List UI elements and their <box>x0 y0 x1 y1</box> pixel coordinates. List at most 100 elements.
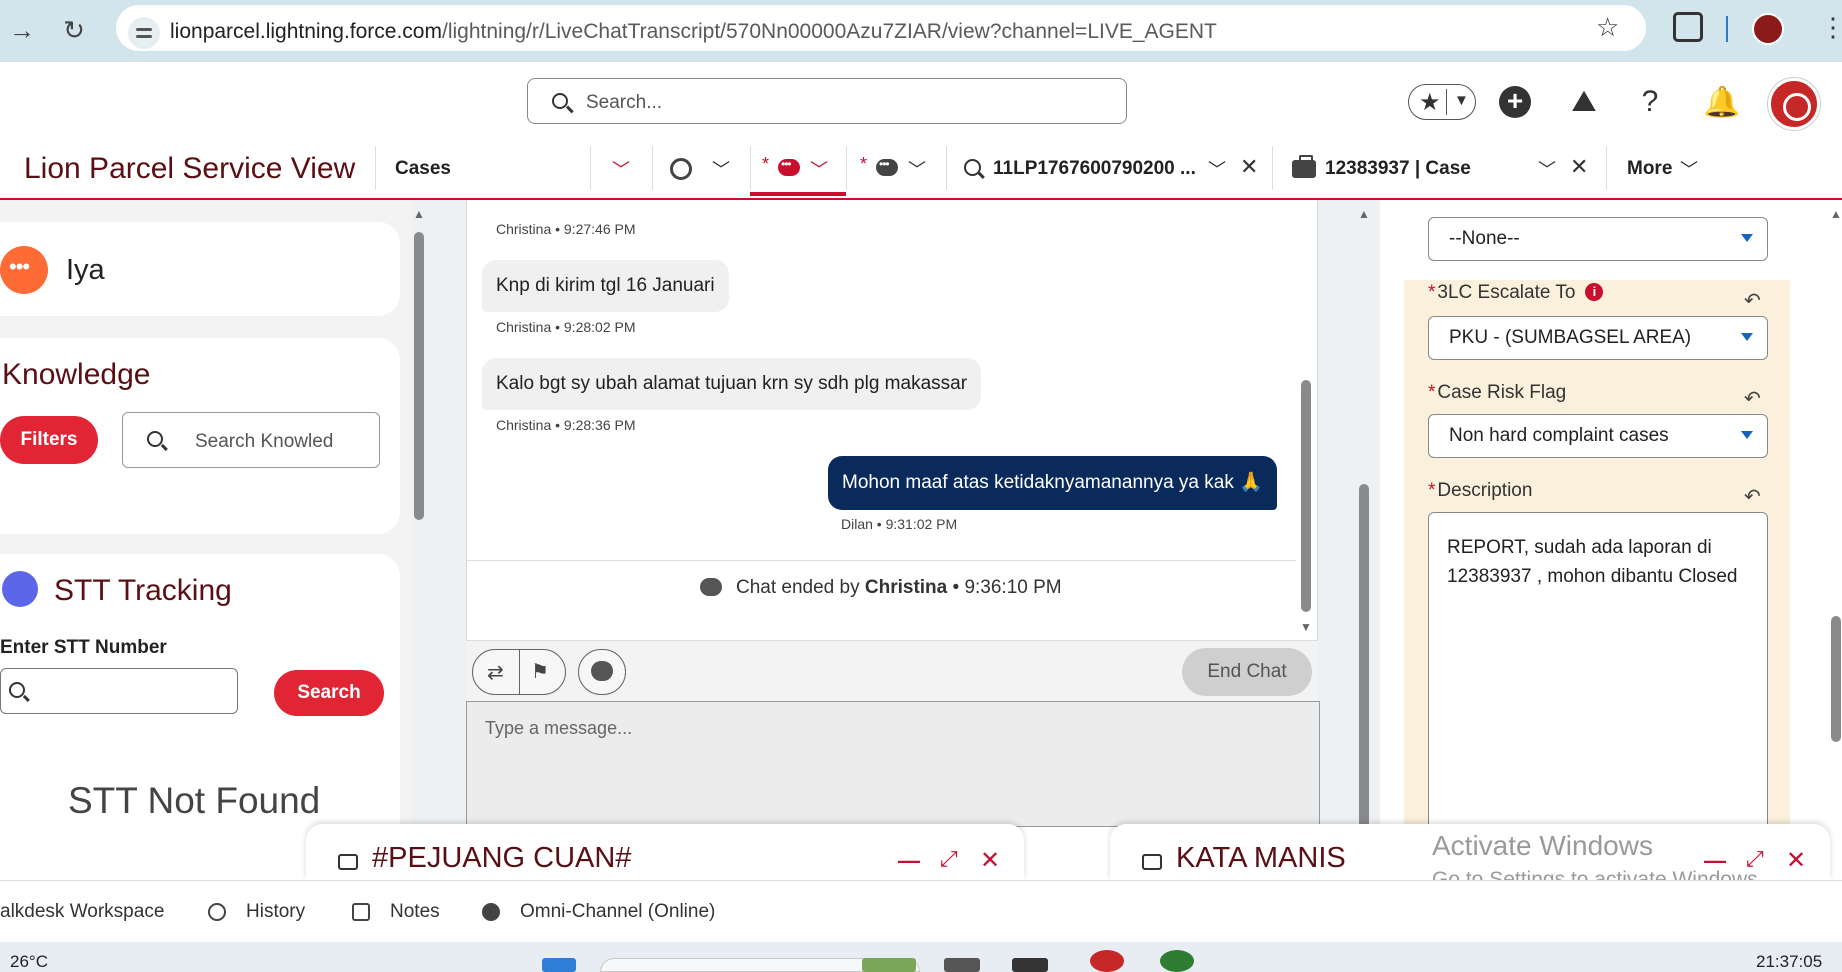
escalate-to-picklist[interactable]: PKU - (SUMBAGSEL AREA) <box>1428 316 1768 360</box>
browser-profile-avatar[interactable] <box>1752 13 1784 45</box>
agent-message: Mohon maaf atas ketidaknyamanannya ya ka… <box>828 456 1277 510</box>
taskbar-app-icon[interactable] <box>862 958 916 972</box>
utility-bar: alkdesk Workspace History Notes Omni-Cha… <box>0 880 1842 942</box>
chat-ended-icon <box>700 578 722 596</box>
page-scrollbar-thumb[interactable] <box>1831 616 1841 742</box>
global-search-placeholder: Search... <box>586 92 663 113</box>
favorites-button[interactable]: ★ ▼ <box>1408 84 1476 120</box>
tab-chevron-icon[interactable]: ﹀ <box>1208 156 1226 182</box>
back-arrow-icon[interactable]: → <box>4 12 40 48</box>
nav-divider <box>750 146 751 190</box>
taskbar-app-cs-icon[interactable] <box>1160 950 1194 972</box>
info-icon[interactable]: i <box>1585 283 1604 301</box>
chat-tab-icon-active[interactable] <box>778 157 800 176</box>
global-actions-button[interactable]: + <box>1497 84 1533 120</box>
docked-window-pejuang-cuan[interactable]: #PEJUANG CUAN# — ⤢ ✕ <box>306 824 1024 880</box>
more-chevron-icon[interactable]: ﹀ <box>1680 156 1698 182</box>
chat-scrollbar-thumb[interactable] <box>1301 380 1311 612</box>
message-meta: Christina • 9:28:36 PM <box>496 417 636 433</box>
quick-text-icon <box>591 661 613 681</box>
search-icon <box>147 431 163 447</box>
tab-case[interactable]: 12383937 | Case <box>1325 158 1471 180</box>
favorites-divider <box>1446 89 1447 115</box>
undo-icon[interactable]: ↶ <box>1744 386 1761 411</box>
tab-chevron-icon[interactable]: ﹀ <box>908 156 926 182</box>
top-picklist[interactable]: --None-- <box>1428 217 1768 261</box>
object-menu-chevron-icon[interactable]: ﹀ <box>612 156 630 182</box>
windows-start-icon[interactable] <box>542 958 576 972</box>
notes-icon <box>352 903 370 921</box>
tab-chevron-icon[interactable]: ﹀ <box>1538 156 1556 182</box>
tab-search-record[interactable]: 11LP1767600790200 ... <box>993 158 1196 180</box>
site-settings-icon[interactable] <box>128 17 160 49</box>
form-scrollbar-thumb[interactable] <box>1359 484 1369 872</box>
taskbar-chrome-profile-icon[interactable] <box>1090 950 1124 972</box>
undo-icon[interactable]: ↶ <box>1744 288 1761 313</box>
gauge-icon <box>670 158 692 180</box>
chat-tab-icon[interactable] <box>876 157 898 176</box>
reload-icon[interactable]: ↻ <box>56 12 92 48</box>
scroll-up-arrow-icon[interactable]: ▲ <box>413 207 425 221</box>
url-path: /lightning/r/LiveChatTranscript/570Nn000… <box>441 20 1217 43</box>
user-avatar[interactable] <box>1768 78 1820 130</box>
bookmark-star-icon[interactable]: ☆ <box>1596 12 1619 43</box>
utility-omni-channel[interactable]: Omni-Channel (Online) <box>520 901 715 923</box>
close-icon[interactable]: ✕ <box>1786 846 1806 875</box>
system-clock: 21:37:05 <box>1756 952 1823 971</box>
close-icon[interactable]: ✕ <box>980 846 1000 875</box>
weather-temperature[interactable]: 26°C <box>10 952 48 972</box>
transfer-flag-group: ⇄ ⚑ <box>472 649 566 695</box>
description-textarea[interactable]: REPORT, sudah ada laporan di 12383937 , … <box>1428 512 1768 872</box>
extensions-icon[interactable] <box>1673 12 1703 42</box>
escalate-to-value: PKU - (SUMBAGSEL AREA) <box>1449 327 1692 348</box>
dropdown-arrow-icon <box>1741 431 1753 439</box>
case-risk-flag-label: * Case Risk Flag <box>1428 382 1566 404</box>
required-mark: * <box>1428 282 1436 303</box>
address-bar[interactable]: lionparcel.lightning.force.com/lightning… <box>116 5 1646 51</box>
scroll-up-arrow-icon[interactable]: ▲ <box>1358 207 1370 221</box>
scroll-down-arrow-icon[interactable]: ▼ <box>1300 620 1312 634</box>
browser-menu-icon[interactable]: ⋮ <box>1820 12 1842 43</box>
taskbar-app-icon[interactable] <box>1012 958 1048 972</box>
close-tab-icon[interactable]: ✕ <box>1240 154 1258 180</box>
chat-ended-by: Christina <box>864 577 948 598</box>
minimize-icon[interactable]: — <box>898 848 920 874</box>
utility-talkdesk[interactable]: alkdesk Workspace <box>0 901 164 923</box>
trailhead-icon[interactable]: ⛰ <box>1566 84 1602 120</box>
scroll-up-arrow-icon[interactable]: ▲ <box>1830 207 1842 221</box>
close-tab-icon[interactable]: ✕ <box>1570 154 1588 180</box>
history-icon <box>208 903 226 921</box>
nav-divider <box>946 146 947 190</box>
filters-button[interactable]: Filters <box>0 416 98 464</box>
top-picklist-value: --None-- <box>1449 228 1520 249</box>
flag-icon[interactable]: ⚑ <box>531 659 549 684</box>
utility-history[interactable]: History <box>246 901 305 923</box>
knowledge-search-placeholder: Search Knowled <box>195 431 334 452</box>
star-icon: ★ <box>1419 89 1441 116</box>
help-icon[interactable]: ? <box>1632 84 1668 120</box>
knowledge-search-input[interactable]: Search Knowled <box>122 412 380 468</box>
chevron-down-icon[interactable]: ▼ <box>1454 92 1469 109</box>
knowledge-card: Knowledge Filters Search Knowled <box>0 338 400 534</box>
global-search-input[interactable]: Search... <box>527 78 1127 124</box>
nav-object-cases[interactable]: Cases <box>395 158 451 180</box>
quick-text-button[interactable] <box>578 649 626 695</box>
more-tabs-button[interactable]: More <box>1627 158 1672 180</box>
end-chat-button[interactable]: End Chat <box>1182 648 1312 696</box>
transfer-icon[interactable]: ⇄ <box>487 660 504 685</box>
utility-notes[interactable]: Notes <box>390 901 440 923</box>
message-input[interactable]: Type a message... <box>466 701 1320 827</box>
undo-icon[interactable]: ↶ <box>1744 484 1761 509</box>
taskbar-app-icon[interactable] <box>944 958 980 972</box>
active-tab-indicator <box>750 192 846 196</box>
notifications-bell-icon[interactable]: 🔔 <box>1703 84 1740 120</box>
case-risk-flag-picklist[interactable]: Non hard complaint cases <box>1428 414 1768 458</box>
stt-number-input[interactable] <box>0 668 238 714</box>
chat-divider <box>466 560 1296 561</box>
tab-chevron-icon[interactable]: ﹀ <box>712 156 730 182</box>
expand-icon[interactable]: ⤢ <box>940 846 958 872</box>
left-scrollbar-thumb[interactable] <box>414 232 424 520</box>
tab-chevron-icon[interactable]: ﹀ <box>810 156 828 182</box>
stt-search-button[interactable]: Search <box>274 670 384 716</box>
note-icon <box>1142 854 1162 870</box>
